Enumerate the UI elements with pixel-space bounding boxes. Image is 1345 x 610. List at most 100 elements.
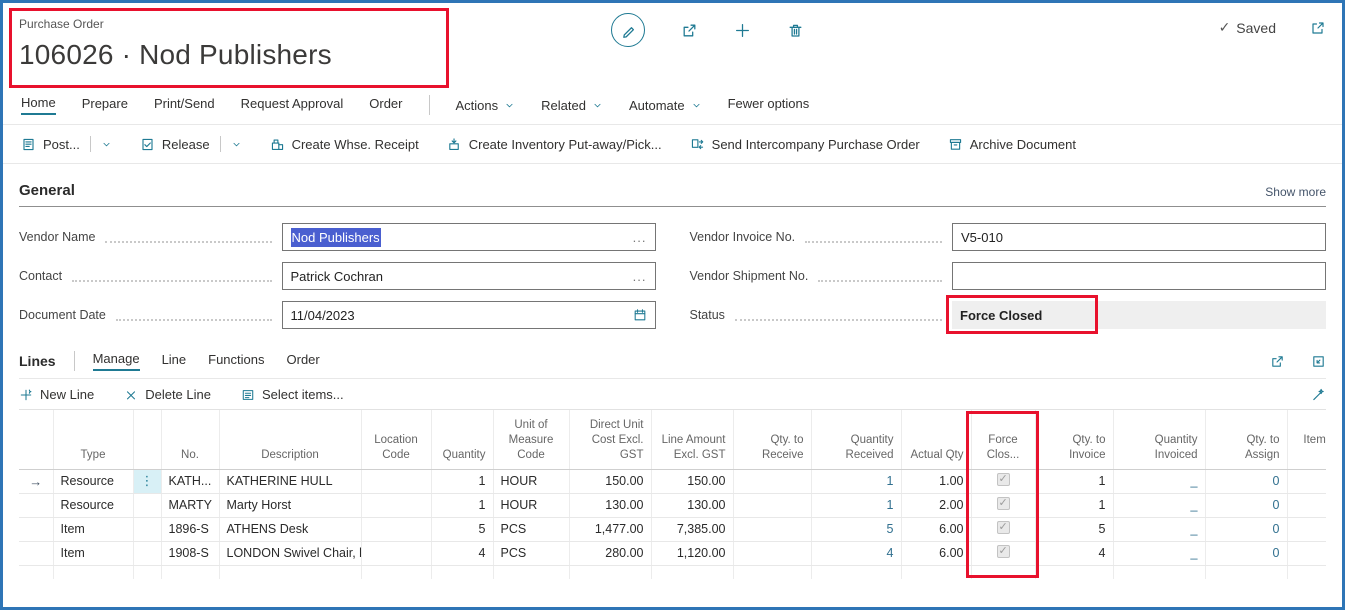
cell-unit_cost[interactable]: 1,477.00 [569,517,651,541]
cell-actual_qty[interactable]: 1.00 [901,469,971,493]
cell-qty_invoiced[interactable]: _ [1113,493,1205,517]
column-header-unit_cost[interactable]: Direct Unit Cost Excl. GST [569,410,651,469]
cell-quantity[interactable]: 4 [431,541,493,565]
cell-no[interactable]: KATH... [161,469,219,493]
cell-no[interactable]: 1896-S [161,517,219,541]
cell-item_charge[interactable] [1287,493,1326,517]
menu-dropdown-actions[interactable]: Actions [456,98,516,113]
cell-line_amount[interactable]: 7,385.00 [651,517,733,541]
share-icon[interactable] [681,22,698,39]
cell-item_charge[interactable] [1287,541,1326,565]
general-section-title[interactable]: General [19,182,75,199]
lines-tab-line[interactable]: Line [162,352,187,370]
menu-fewer-options[interactable]: Fewer options [728,96,810,114]
cell-qty_to_receive[interactable] [733,469,811,493]
cell-description[interactable]: Marty Horst [219,493,361,517]
cell-uom[interactable]: PCS [493,541,569,565]
cell-type[interactable]: Resource [53,469,133,493]
cell-location[interactable] [361,517,431,541]
table-row[interactable]: Item1908-SLONDON Swivel Chair, blue4PCS2… [19,541,1326,565]
action-send-intercompany-purchase-order[interactable]: Send Intercompany Purchase Order [690,137,920,152]
cell-qty_to_assign[interactable]: 0 [1205,517,1287,541]
cell-description[interactable]: ATHENS Desk [219,517,361,541]
cell-qty_to_invoice[interactable]: 1 [1035,493,1113,517]
cell-qty_to_receive[interactable] [733,493,811,517]
edit-pencil-icon[interactable] [611,13,645,47]
cell-qty_to_assign[interactable]: 0 [1205,541,1287,565]
column-header-location[interactable]: Location Code [361,410,431,469]
chevron-down-icon[interactable] [231,139,242,150]
cell-item_charge[interactable] [1287,469,1326,493]
table-row[interactable]: Item1896-SATHENS Desk5PCS1,477.007,385.0… [19,517,1326,541]
cell-type[interactable]: Resource [53,493,133,517]
cell-qty_to_receive[interactable] [733,517,811,541]
column-header-qty_received[interactable]: Quantity Received [811,410,901,469]
cell-description[interactable]: KATHERINE HULL [219,469,361,493]
column-header-force_closed[interactable]: Force Clos... [971,410,1035,469]
cell-actual_qty[interactable]: 2.00 [901,493,971,517]
chevron-down-icon[interactable] [101,139,112,150]
column-header-no[interactable]: No. [161,410,219,469]
cell-actual_qty[interactable]: 6.00 [901,517,971,541]
cell-type[interactable]: Item [53,517,133,541]
menu-dropdown-automate[interactable]: Automate [629,98,702,113]
menu-tab-print-send[interactable]: Print/Send [154,96,215,114]
share-icon[interactable] [1270,354,1285,369]
cell-qty_received[interactable]: 1 [811,493,901,517]
column-header-item_charge[interactable]: Item Charge to Ha... [1287,410,1326,469]
cell-uom[interactable]: PCS [493,517,569,541]
column-header-type[interactable]: Type [53,410,133,469]
vendor-name-input[interactable]: Nod Publishers... [282,223,656,251]
magic-wand-icon[interactable] [1311,387,1326,402]
contact-input[interactable]: Patrick Cochran... [282,262,656,290]
add-icon[interactable] [734,22,751,39]
cell-description[interactable]: LONDON Swivel Chair, blue [219,541,361,565]
lines-tab-order[interactable]: Order [287,352,320,370]
cell-line_amount[interactable]: 130.00 [651,493,733,517]
menu-tab-prepare[interactable]: Prepare [82,96,128,114]
lines-tab-functions[interactable]: Functions [208,352,264,370]
cell-unit_cost[interactable]: 130.00 [569,493,651,517]
action-archive-document[interactable]: Archive Document [948,137,1076,152]
menu-dropdown-related[interactable]: Related [541,98,603,113]
cell-qty_to_assign[interactable]: 0 [1205,493,1287,517]
lines-action-delete-line[interactable]: Delete Line [124,387,211,402]
column-header-qty_to_invoice[interactable]: Qty. to Invoice [1035,410,1113,469]
assist-edit-icon[interactable]: ... [633,269,647,284]
cell-uom[interactable]: HOUR [493,469,569,493]
cell-item_charge[interactable] [1287,517,1326,541]
vendor-invoice-no-input[interactable]: V5-010 [952,223,1326,251]
column-header-quantity[interactable]: Quantity [431,410,493,469]
action-release[interactable]: Release [140,136,242,152]
lines-section-title[interactable]: Lines [19,353,56,369]
column-header-uom[interactable]: Unit of Measure Code [493,410,569,469]
cell-qty_invoiced[interactable]: _ [1113,517,1205,541]
action-create-inventory-put-away-pick[interactable]: Create Inventory Put-away/Pick... [447,137,662,152]
menu-tab-home[interactable]: Home [21,95,56,115]
table-row[interactable]: →Resource⋮KATH...KATHERINE HULL1HOUR150.… [19,469,1326,493]
cell-qty_received[interactable]: 4 [811,541,901,565]
expand-icon[interactable] [1311,354,1326,369]
cell-uom[interactable]: HOUR [493,493,569,517]
calendar-icon[interactable] [633,308,647,322]
cell-no[interactable]: 1908-S [161,541,219,565]
show-more-link[interactable]: Show more [1265,185,1326,199]
cell-location[interactable] [361,541,431,565]
lines-tab-manage[interactable]: Manage [93,351,140,371]
cell-unit_cost[interactable]: 280.00 [569,541,651,565]
cell-unit_cost[interactable]: 150.00 [569,469,651,493]
popout-icon[interactable] [1310,20,1326,36]
cell-no[interactable]: MARTY [161,493,219,517]
cell-quantity[interactable]: 1 [431,469,493,493]
cell-location[interactable] [361,469,431,493]
column-header-actual_qty[interactable]: Actual Qty [901,410,971,469]
cell-qty_to_invoice[interactable]: 1 [1035,469,1113,493]
cell-line_amount[interactable]: 1,120.00 [651,541,733,565]
cell-qty_received[interactable]: 1 [811,469,901,493]
cell-line_amount[interactable]: 150.00 [651,469,733,493]
cell-actual_qty[interactable]: 6.00 [901,541,971,565]
column-header-description[interactable]: Description [219,410,361,469]
document-date-input[interactable]: 11/04/2023 [282,301,656,329]
table-row[interactable]: ResourceMARTYMarty Horst1HOUR130.00130.0… [19,493,1326,517]
lines-action-select-items[interactable]: Select items... [241,387,344,402]
